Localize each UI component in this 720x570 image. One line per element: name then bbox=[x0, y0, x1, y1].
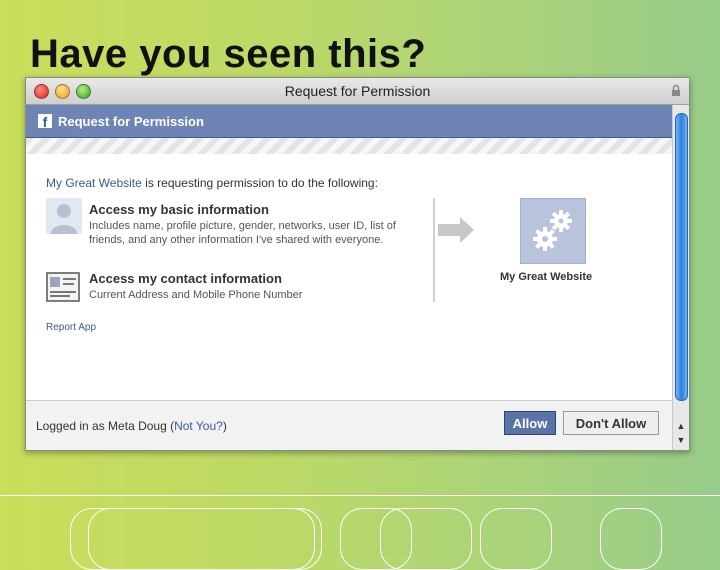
vertical-scrollbar[interactable]: ▲ ▼ bbox=[672, 105, 689, 450]
facebook-logo-icon: f bbox=[38, 114, 52, 130]
profile-silhouette-icon bbox=[46, 198, 82, 234]
decorative-frame bbox=[480, 508, 552, 570]
window-title: Request for Permission bbox=[284, 83, 431, 99]
scrollbar-thumb[interactable] bbox=[675, 113, 688, 401]
permission-window: Request for Permission f Request for Per… bbox=[25, 77, 690, 451]
decorative-frame bbox=[88, 508, 315, 570]
decorative-frame bbox=[380, 508, 472, 570]
window-titlebar[interactable]: Request for Permission bbox=[26, 78, 689, 105]
scroll-down-icon[interactable]: ▼ bbox=[676, 435, 686, 445]
decorative-frame bbox=[600, 508, 662, 570]
contact-card-icon bbox=[46, 272, 80, 302]
decorative-line bbox=[0, 495, 720, 496]
lock-icon bbox=[672, 84, 680, 96]
permission-description: Includes name, profile picture, gender, … bbox=[89, 220, 396, 246]
not-you-link[interactable]: Not You? bbox=[174, 419, 223, 433]
request-text: is requesting permission to do the follo… bbox=[141, 176, 378, 190]
arrow-right-icon bbox=[438, 217, 474, 243]
logged-in-suffix: ) bbox=[222, 419, 227, 433]
dont-allow-button[interactable]: Don't Allow bbox=[563, 411, 659, 435]
dialog-header: f Request for Permission bbox=[26, 105, 672, 138]
dialog-header-title: Request for Permission bbox=[58, 114, 204, 129]
allow-button[interactable]: Allow bbox=[504, 411, 556, 435]
app-logo bbox=[520, 198, 586, 264]
gears-icon bbox=[533, 210, 572, 251]
permission-title: Access my basic information bbox=[89, 202, 269, 217]
request-statement: My Great Website is requesting permissio… bbox=[46, 176, 378, 190]
logged-in-text: Logged in as Meta Doug ( bbox=[36, 419, 175, 433]
report-app-link[interactable]: Report App bbox=[46, 322, 96, 333]
app-name-link[interactable]: My Great Website bbox=[46, 176, 142, 190]
scroll-up-icon[interactable]: ▲ bbox=[676, 421, 686, 431]
permission-title: Access my contact information bbox=[89, 271, 282, 286]
decorative-stripes bbox=[26, 138, 672, 154]
section-divider bbox=[433, 198, 435, 302]
target-app-name: My Great Website bbox=[500, 271, 593, 283]
permission-description: Current Address and Mobile Phone Number bbox=[89, 289, 303, 301]
logged-in-status: Logged in as Meta Doug (Not You?) bbox=[36, 419, 227, 433]
slide-title: Have you seen this? bbox=[30, 32, 427, 76]
dialog-footer: Logged in as Meta Doug (Not You?) Allow … bbox=[26, 400, 672, 450]
